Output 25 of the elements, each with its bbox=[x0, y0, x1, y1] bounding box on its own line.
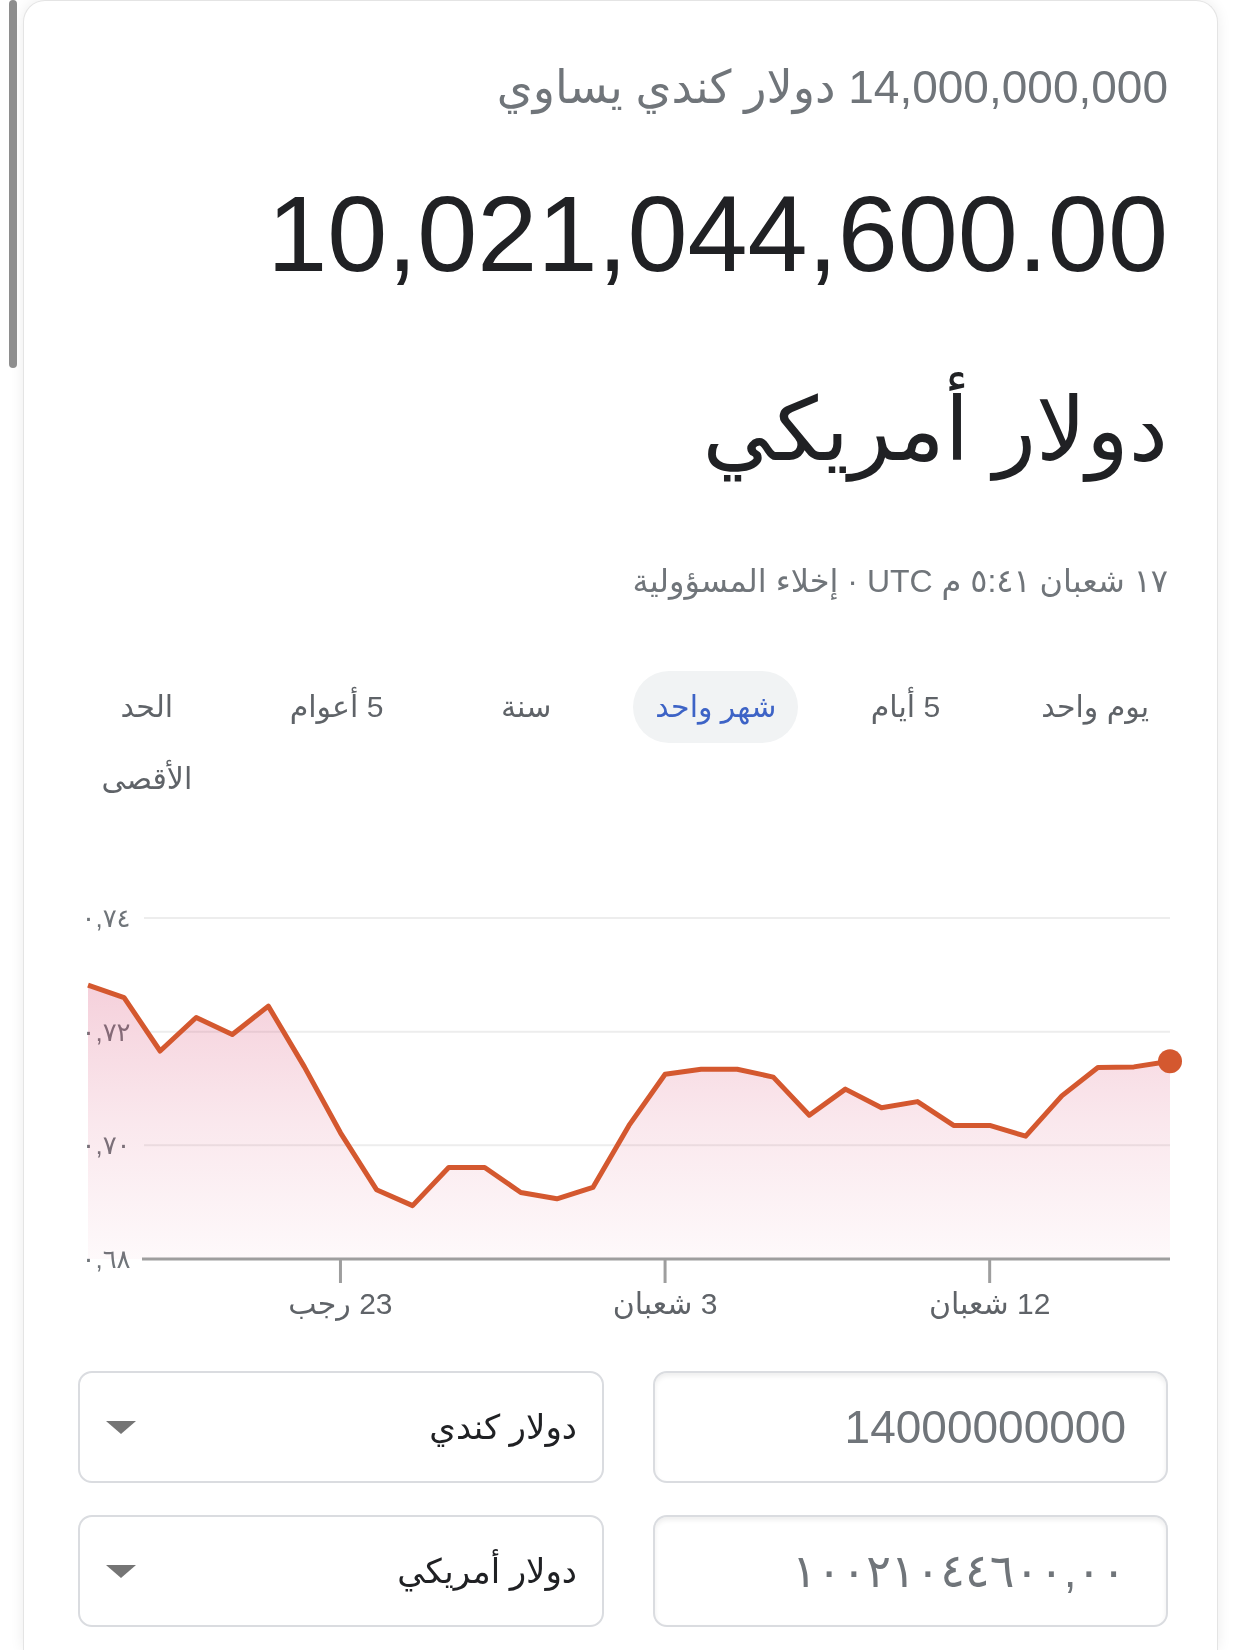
x-axis-label: 12 شعبان bbox=[928, 1286, 1051, 1320]
range-tab[interactable]: سنة bbox=[479, 671, 574, 743]
caret-icon bbox=[106, 1420, 136, 1434]
conversion-summary: 14,000,000,000 دولار كندي يساوي bbox=[495, 60, 1168, 115]
currency-select[interactable]: دولار أمريكي bbox=[78, 1515, 604, 1627]
update-time-text: ١٧ شعبان ٥:٤١ م UTC · إخلاء المسؤولية bbox=[631, 562, 1168, 602]
currency-select[interactable]: دولار كندي bbox=[78, 1371, 604, 1483]
range-tab[interactable]: يوم واحد bbox=[1019, 671, 1172, 743]
result-amount: 10,021,044,600.00 bbox=[266, 174, 1168, 294]
range-tab[interactable]: شهر واحد bbox=[633, 671, 799, 743]
y-axis-label: ٠,٦٨ bbox=[81, 1244, 131, 1274]
y-axis-label: ٠,٧٠ bbox=[81, 1130, 131, 1161]
x-axis-label: 3 شعبان bbox=[612, 1286, 718, 1320]
result-currency: دولار أمريكي bbox=[73, 365, 1168, 495]
caret-icon bbox=[106, 1564, 136, 1578]
disclaimer-link[interactable]: إخلاء المسؤولية bbox=[632, 563, 839, 599]
y-axis-label: ٠,٧٤ bbox=[81, 903, 131, 933]
y-axis-label: ٠,٧٢ bbox=[81, 1016, 131, 1047]
amount-input[interactable]: 14000000000 bbox=[653, 1371, 1168, 1483]
range-tab[interactable]: 5 أعوام bbox=[267, 671, 406, 743]
current-point-icon bbox=[1158, 1049, 1182, 1074]
x-axis-label: 23 رجب bbox=[288, 1286, 393, 1320]
range-tab[interactable]: الحد الأقصى bbox=[61, 671, 232, 815]
amount-input[interactable]: ١٠٠٢١٠٤٤٦٠٠,٠٠ bbox=[653, 1515, 1168, 1627]
range-tab[interactable]: 5 أيام bbox=[848, 671, 963, 743]
